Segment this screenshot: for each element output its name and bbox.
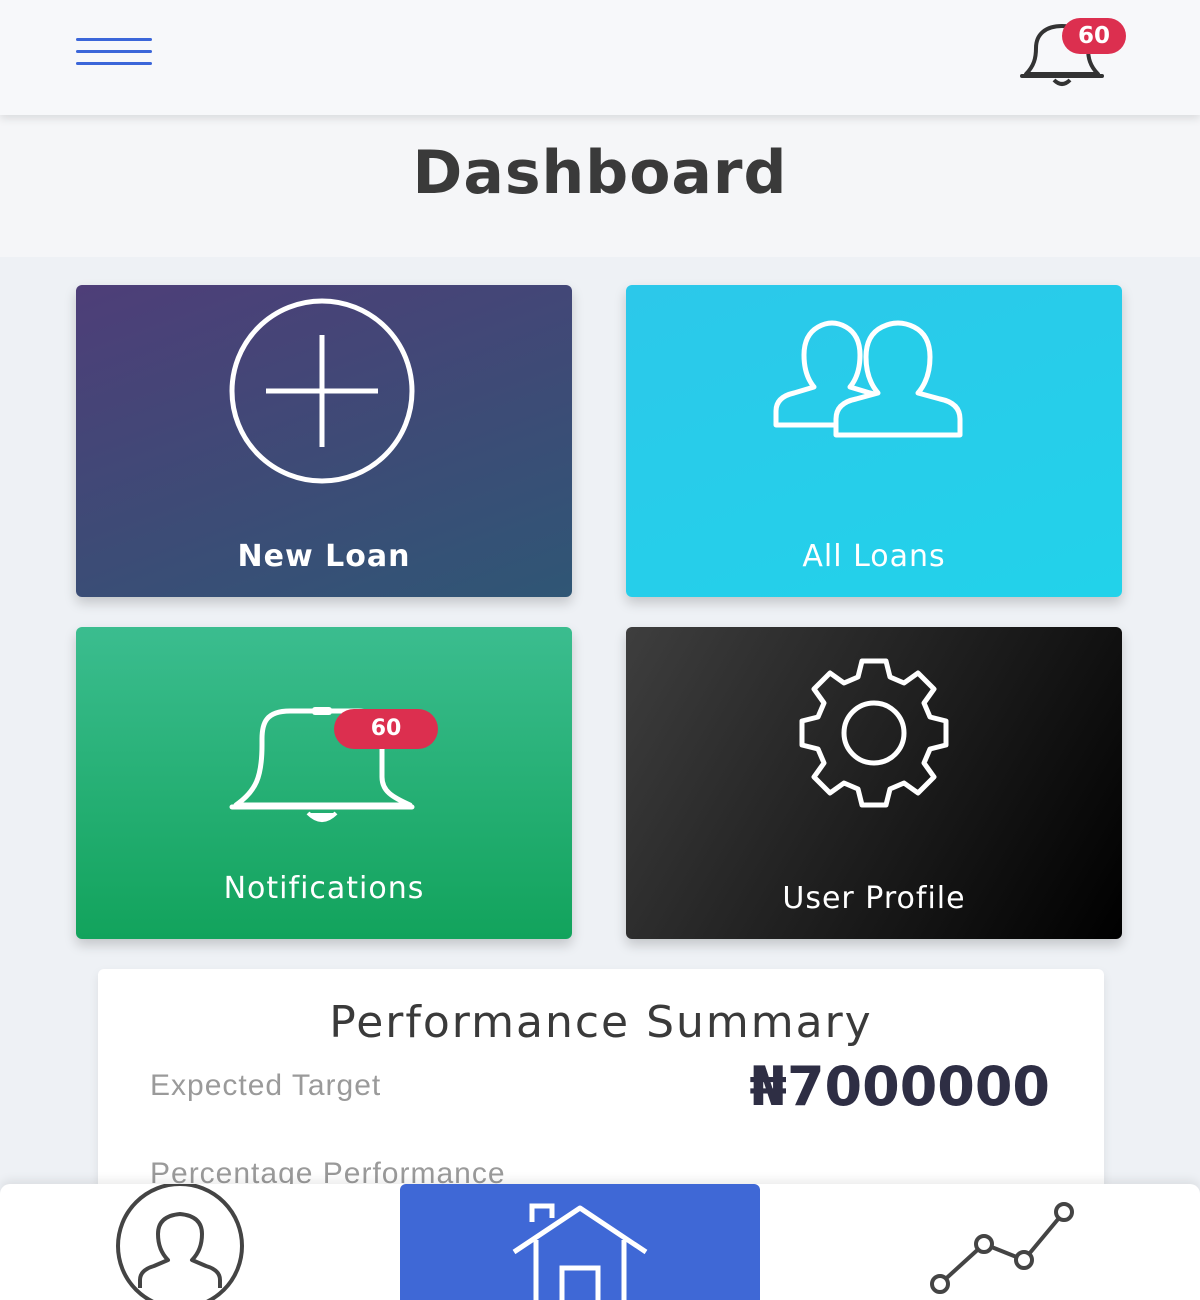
bottom-nav (0, 1182, 1200, 1300)
notifications-tile[interactable]: 60 Notifications (76, 627, 572, 939)
new-loan-tile[interactable]: New Loan (76, 285, 572, 597)
expected-target-value: ₦7000000 (749, 1055, 1050, 1118)
notifications-button[interactable]: 60 (1012, 14, 1132, 94)
plus-circle-icon (229, 298, 415, 484)
notification-count-badge: 60 (1062, 18, 1126, 54)
nav-profile[interactable] (100, 1182, 260, 1300)
top-bar: 60 (0, 0, 1200, 115)
page-title: Dashboard (412, 138, 788, 208)
menu-button[interactable] (72, 34, 156, 70)
nav-home[interactable] (400, 1184, 760, 1300)
all-loans-label: All Loans (802, 539, 946, 574)
nav-performance[interactable] (920, 1184, 1080, 1300)
new-loan-label: New Loan (237, 539, 411, 574)
gear-icon (799, 658, 949, 808)
bell-icon (229, 707, 415, 822)
hamburger-line (76, 62, 152, 65)
user-profile-tile[interactable]: User Profile (626, 627, 1122, 939)
notifications-tile-badge: 60 (334, 709, 438, 749)
user-profile-label: User Profile (782, 881, 966, 916)
user-icon (116, 1182, 244, 1300)
hamburger-icon (76, 38, 152, 41)
chart-line-icon (930, 1202, 1074, 1294)
notifications-label: Notifications (223, 871, 425, 906)
expected-target-label: Expected Target (150, 1069, 382, 1102)
summary-title: Performance Summary (329, 997, 873, 1048)
home-icon (512, 1203, 648, 1300)
users-icon (773, 320, 963, 438)
hamburger-line (76, 50, 152, 53)
all-loans-tile[interactable]: All Loans (626, 285, 1122, 597)
